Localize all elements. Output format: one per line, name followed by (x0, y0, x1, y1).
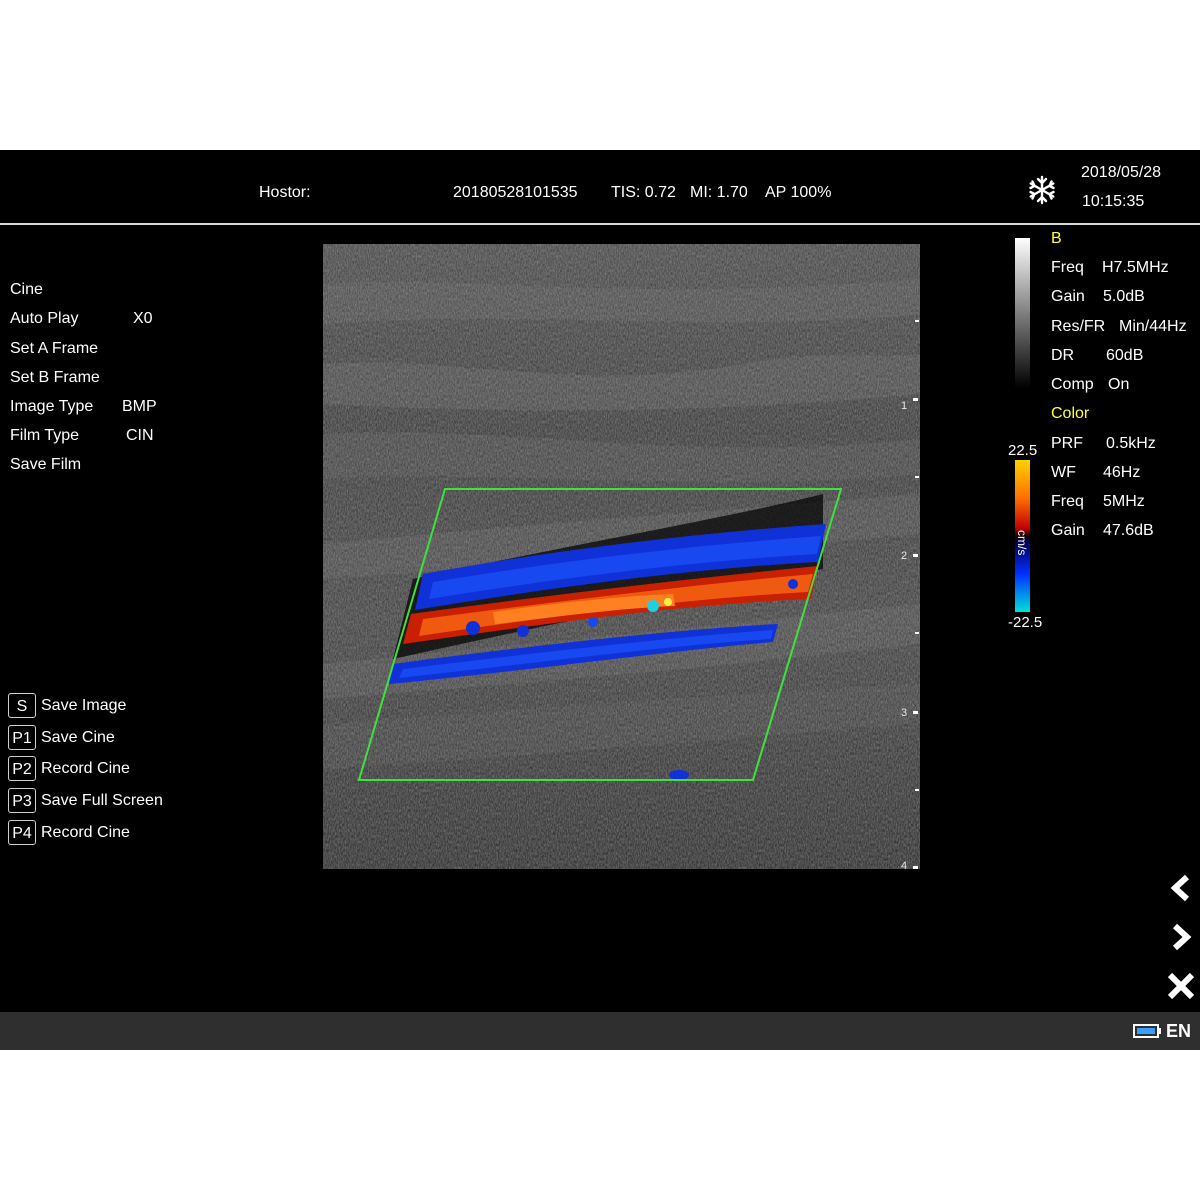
param-key: PRF (1051, 435, 1083, 452)
depth-major-tick (913, 554, 918, 557)
color-scale-min: -22.5 (1008, 614, 1043, 631)
tis-value: TIS: 0.72 (611, 184, 676, 201)
snowflake-icon[interactable] (1027, 175, 1057, 205)
mi-value: MI: 1.70 (690, 184, 748, 201)
ap-value: AP 100% (765, 184, 832, 201)
hospital-label: Hostor: (259, 184, 311, 201)
param-key: Res/FR (1051, 318, 1106, 335)
param-value: Min/44Hz (1119, 318, 1187, 335)
image-type-value[interactable]: BMP (122, 398, 157, 416)
key-s[interactable]: S (8, 693, 36, 718)
param-value: H7.5MHz (1102, 259, 1169, 276)
depth-label-3: 3 (901, 707, 908, 719)
chevron-left-icon[interactable] (1163, 870, 1199, 906)
language-indicator[interactable]: EN (1166, 1022, 1191, 1040)
param-value: 46Hz (1103, 464, 1141, 481)
header-divider (0, 223, 1200, 225)
time-label: 10:15:35 (1082, 193, 1145, 210)
depth-major-tick (913, 711, 918, 714)
depth-label-2: 2 (901, 550, 908, 562)
shortcut-label[interactable]: Record Cine (41, 820, 130, 845)
depth-label-4: 4 (901, 860, 908, 872)
grayscale-bar (1015, 238, 1030, 388)
menu-film-type[interactable]: Film Type (10, 427, 79, 445)
param-key: WF (1051, 464, 1076, 481)
param-value: 5MHz (1103, 493, 1145, 510)
depth-minor-tick (915, 320, 919, 322)
color-mode-title: Color (1051, 405, 1090, 422)
depth-major-tick (913, 866, 918, 869)
param-key: Gain (1051, 522, 1085, 539)
key-p1[interactable]: P1 (8, 725, 36, 750)
shortcut-label[interactable]: Save Cine (41, 725, 115, 750)
ultrasound-image[interactable] (323, 244, 920, 869)
menu-auto-play[interactable]: Auto Play (10, 310, 78, 328)
chevron-right-icon[interactable] (1163, 919, 1199, 955)
date-label: 2018/05/28 (1081, 164, 1162, 181)
param-key: Comp (1051, 376, 1094, 393)
param-value: 47.6dB (1103, 522, 1154, 539)
key-p4[interactable]: P4 (8, 820, 36, 845)
color-scale-max: 22.5 (1008, 442, 1038, 459)
param-key: Freq (1051, 493, 1084, 510)
patient-id: 20180528101535 (453, 184, 578, 201)
color-scale-unit: cm/s (1015, 530, 1029, 556)
param-key: Freq (1051, 259, 1084, 276)
param-key: DR (1051, 347, 1075, 364)
battery-icon (1133, 1024, 1161, 1038)
status-bar: EN (0, 1012, 1200, 1050)
close-icon[interactable] (1163, 968, 1199, 1004)
param-value: On (1108, 376, 1130, 393)
auto-play-value[interactable]: X0 (133, 310, 153, 328)
menu-set-b-frame[interactable]: Set B Frame (10, 369, 100, 387)
depth-label-1: 1 (901, 400, 908, 412)
menu-image-type[interactable]: Image Type (10, 398, 93, 416)
film-type-value[interactable]: CIN (126, 427, 154, 445)
key-p3[interactable]: P3 (8, 788, 36, 813)
menu-save-film[interactable]: Save Film (10, 456, 81, 474)
b-mode-title: B (1051, 230, 1062, 247)
param-value: 5.0dB (1103, 288, 1145, 305)
param-key: Gain (1051, 288, 1085, 305)
depth-major-tick (913, 398, 918, 401)
shortcut-label[interactable]: Record Cine (41, 756, 130, 781)
depth-minor-tick (915, 476, 919, 478)
param-value: 60dB (1106, 347, 1144, 364)
menu-cine[interactable]: Cine (10, 281, 43, 299)
depth-minor-tick (915, 789, 919, 791)
ultrasound-screen: Hostor: 20180528101535 TIS: 0.72 MI: 1.7… (0, 150, 1200, 1050)
shortcut-label[interactable]: Save Image (41, 693, 126, 718)
shortcut-label[interactable]: Save Full Screen (41, 788, 163, 813)
key-p2[interactable]: P2 (8, 756, 36, 781)
depth-minor-tick (915, 632, 919, 634)
menu-set-a-frame[interactable]: Set A Frame (10, 340, 98, 358)
header-bar: Hostor: 20180528101535 TIS: 0.72 MI: 1.7… (0, 150, 1200, 223)
param-value: 0.5kHz (1106, 435, 1156, 452)
